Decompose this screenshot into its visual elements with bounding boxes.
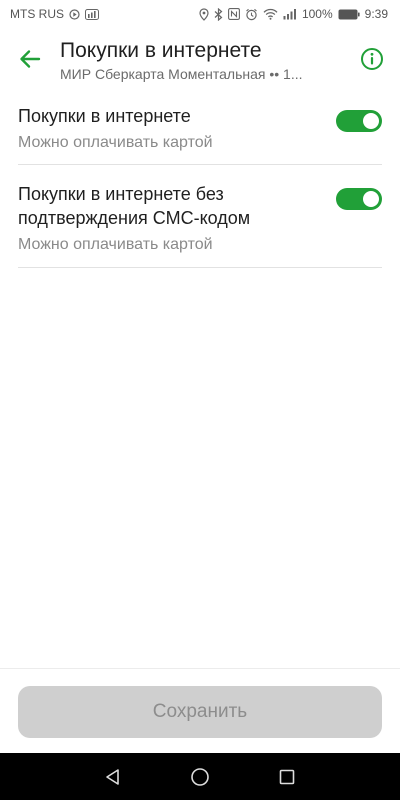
back-triangle-icon [106,768,120,785]
info-button[interactable] [344,29,400,89]
save-button[interactable]: Сохранить [18,686,382,738]
wifi-icon [263,8,278,20]
setting-description: Можно оплачивать картой [18,236,213,253]
setting-text: Покупки в интернете Можно оплачивать кар… [18,104,336,153]
clock: 9:39 [364,7,388,21]
setting-description: Можно оплачивать картой [18,134,213,151]
play-circle-icon [69,8,80,20]
card-subtitle: МИР Сберкарта Моментальная •• 1... [60,65,303,82]
back-button[interactable] [0,29,60,89]
setting-row-online-purchases[interactable]: Покупки в интернете Можно оплачивать кар… [18,92,382,165]
system-nav-bar [0,753,400,800]
signal-icon [283,8,297,20]
alarm-icon [245,8,258,21]
nfc-icon [227,8,240,20]
battery-icon [338,9,360,20]
online-purchases-toggle[interactable] [336,110,382,132]
footer-divider [0,668,400,669]
header-titles: Покупки в интернете МИР Сберкарта Момент… [60,37,344,82]
arrow-left-icon [20,50,41,68]
bluetooth-icon [214,7,223,21]
location-icon [199,7,209,21]
nav-recents-button[interactable] [267,757,307,797]
home-circle-icon [191,767,209,786]
info-icon [361,48,383,70]
cellular-usage-icon [85,8,99,20]
settings-list: Покупки в интернете Можно оплачивать кар… [18,92,382,268]
carrier-label: MTS RUS [10,7,64,21]
toggle-knob [363,191,379,207]
setting-row-no-sms-confirmation[interactable]: Покупки в интернете без подтверждения СМ… [18,165,382,268]
battery-percent: 100% [301,7,333,21]
app-header: Покупки в интернете МИР Сберкарта Момент… [0,28,400,90]
status-right: 100% 9:39 [199,7,388,21]
setting-title: Покупки в интернете без подтверждения СМ… [18,184,251,228]
recents-square-icon [279,769,294,784]
nav-back-button[interactable] [93,757,133,797]
setting-text: Покупки в интернете без подтверждения СМ… [18,182,336,255]
no-sms-confirmation-toggle[interactable] [336,188,382,210]
setting-title: Покупки в интернете [18,106,191,126]
status-left: MTS RUS [10,7,99,21]
nav-home-button[interactable] [180,757,220,797]
status-bar: MTS RUS 100% 9:39 [0,0,400,28]
page-title: Покупки в интернете [60,38,262,62]
toggle-knob [363,113,379,129]
